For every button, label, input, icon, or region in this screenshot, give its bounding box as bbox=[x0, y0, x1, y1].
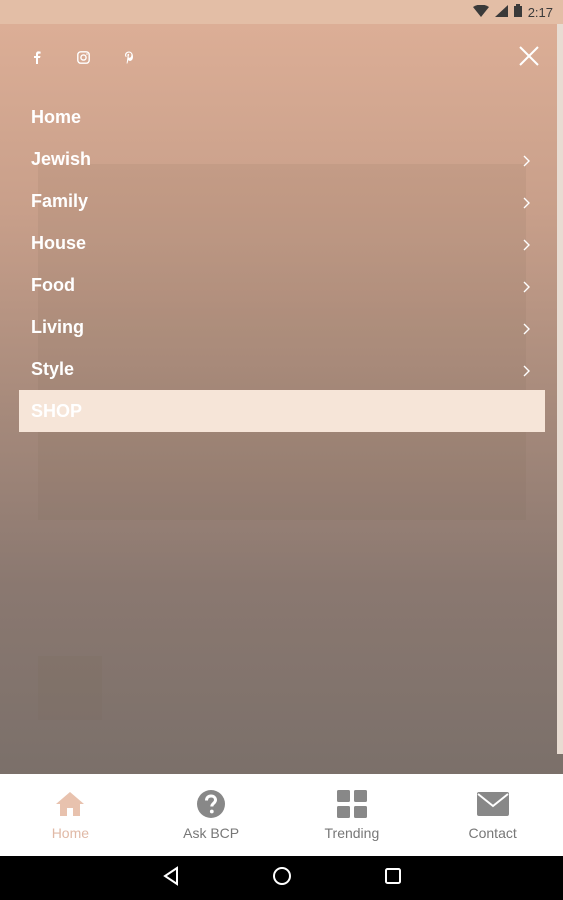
recents-icon[interactable] bbox=[384, 867, 402, 890]
tab-ask-bcp[interactable]: Ask BCP bbox=[141, 774, 282, 856]
question-icon bbox=[197, 790, 226, 818]
chevron-right-icon[interactable] bbox=[521, 320, 531, 335]
back-icon[interactable] bbox=[162, 865, 180, 891]
grid-icon bbox=[336, 790, 367, 818]
side-menu: Home Jewish Family House Food Living Sty… bbox=[19, 96, 545, 432]
battery-icon bbox=[513, 4, 522, 20]
tab-trending[interactable]: Trending bbox=[282, 774, 423, 856]
menu-item-jewish[interactable]: Jewish bbox=[19, 138, 545, 180]
close-icon[interactable] bbox=[517, 44, 541, 68]
home-icon bbox=[56, 792, 85, 816]
tab-home[interactable]: Home bbox=[0, 774, 141, 856]
chevron-right-icon[interactable] bbox=[521, 236, 531, 251]
background-thumb-ghost bbox=[38, 656, 102, 720]
menu-item-family[interactable]: Family bbox=[19, 180, 545, 222]
bottom-tab-bar: Home Ask BCP Trending Contact bbox=[0, 774, 563, 856]
home-circle-icon[interactable] bbox=[272, 866, 292, 891]
social-links bbox=[28, 48, 138, 66]
menu-item-label: Family bbox=[31, 190, 89, 211]
status-bar: 2:17 bbox=[0, 0, 563, 24]
wifi-icon bbox=[472, 4, 489, 20]
signal-icon bbox=[494, 4, 508, 20]
menu-item-label: Style bbox=[31, 358, 75, 379]
menu-item-label: House bbox=[31, 232, 87, 253]
menu-item-label: Food bbox=[31, 274, 75, 295]
menu-item-living[interactable]: Living bbox=[19, 306, 545, 348]
menu-item-label: Home bbox=[31, 106, 82, 127]
android-nav-bar bbox=[0, 856, 563, 900]
menu-item-shop[interactable]: SHOP bbox=[19, 390, 545, 432]
menu-item-food[interactable]: Food bbox=[19, 264, 545, 306]
status-time: 2:17 bbox=[527, 4, 553, 20]
envelope-icon bbox=[476, 792, 509, 816]
chevron-right-icon[interactable] bbox=[521, 152, 531, 167]
tab-label: Ask BCP bbox=[183, 825, 240, 841]
menu-item-house[interactable]: House bbox=[19, 222, 545, 264]
menu-item-label: SHOP bbox=[31, 400, 83, 421]
chevron-right-icon[interactable] bbox=[521, 362, 531, 377]
menu-item-label: Jewish bbox=[31, 148, 92, 169]
tab-contact[interactable]: Contact bbox=[422, 774, 563, 856]
menu-item-style[interactable]: Style bbox=[19, 348, 545, 390]
tab-label: Contact bbox=[468, 825, 517, 841]
scroll-edge bbox=[557, 24, 563, 754]
chevron-right-icon[interactable] bbox=[521, 194, 531, 209]
menu-item-home[interactable]: Home bbox=[19, 96, 545, 138]
tab-label: Trending bbox=[324, 825, 380, 841]
chevron-right-icon[interactable] bbox=[521, 278, 531, 293]
tab-label: Home bbox=[51, 825, 90, 841]
instagram-icon[interactable] bbox=[74, 48, 92, 66]
pinterest-icon[interactable] bbox=[120, 48, 138, 66]
facebook-icon[interactable] bbox=[28, 48, 46, 66]
menu-item-label: Living bbox=[31, 316, 84, 337]
